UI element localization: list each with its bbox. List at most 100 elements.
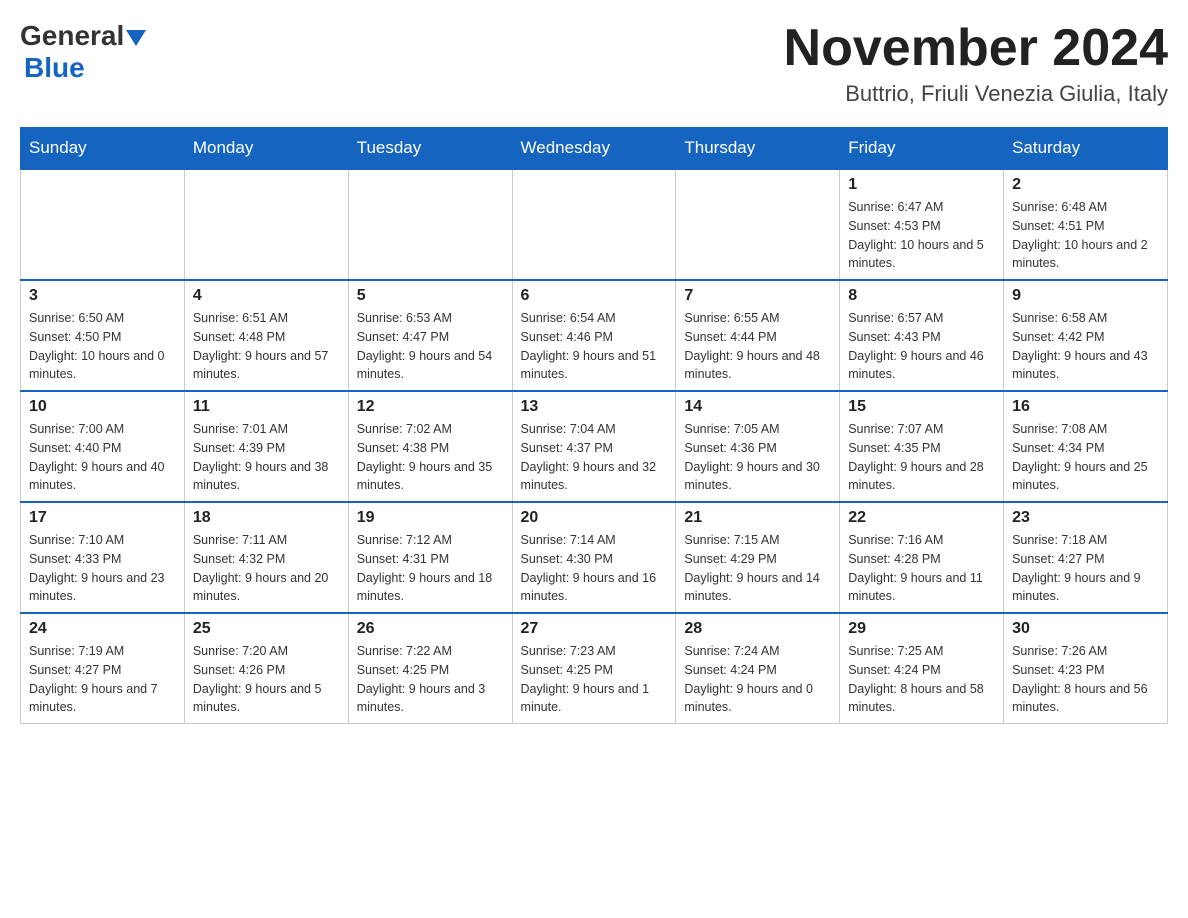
calendar-cell-w4-d3: 20 Sunrise: 7:14 AMSunset: 4:30 PMDayligh… [512, 502, 676, 613]
calendar-cell-w2-d1: 4 Sunrise: 6:51 AMSunset: 4:48 PMDaylight… [184, 280, 348, 391]
calendar-cell-w3-d5: 15 Sunrise: 7:07 AMSunset: 4:35 PMDayligh… [840, 391, 1004, 502]
day-info: Sunrise: 6:58 AMSunset: 4:42 PMDaylight:… [1012, 309, 1159, 384]
day-info: Sunrise: 7:04 AMSunset: 4:37 PMDaylight:… [521, 420, 668, 495]
day-number: 23 [1012, 509, 1159, 527]
day-number: 1 [848, 176, 995, 194]
day-info: Sunrise: 6:53 AMSunset: 4:47 PMDaylight:… [357, 309, 504, 384]
day-info: Sunrise: 7:07 AMSunset: 4:35 PMDaylight:… [848, 420, 995, 495]
calendar-cell-w1-d2 [348, 169, 512, 280]
calendar-cell-w2-d6: 9 Sunrise: 6:58 AMSunset: 4:42 PMDaylight… [1004, 280, 1168, 391]
calendar-cell-w5-d5: 29 Sunrise: 7:25 AMSunset: 4:24 PMDayligh… [840, 613, 1004, 724]
calendar-subtitle: Buttrio, Friuli Venezia Giulia, Italy [784, 81, 1168, 107]
calendar-cell-w3-d0: 10 Sunrise: 7:00 AMSunset: 4:40 PMDayligh… [21, 391, 185, 502]
day-info: Sunrise: 7:26 AMSunset: 4:23 PMDaylight:… [1012, 642, 1159, 717]
day-number: 22 [848, 509, 995, 527]
day-info: Sunrise: 7:15 AMSunset: 4:29 PMDaylight:… [684, 531, 831, 606]
day-info: Sunrise: 7:23 AMSunset: 4:25 PMDaylight:… [521, 642, 668, 717]
calendar-cell-w2-d0: 3 Sunrise: 6:50 AMSunset: 4:50 PMDaylight… [21, 280, 185, 391]
logo-blue-text: Blue [24, 52, 85, 83]
day-info: Sunrise: 6:48 AMSunset: 4:51 PMDaylight:… [1012, 198, 1159, 273]
day-number: 14 [684, 398, 831, 416]
calendar-cell-w5-d2: 26 Sunrise: 7:22 AMSunset: 4:25 PMDayligh… [348, 613, 512, 724]
day-number: 4 [193, 287, 340, 305]
calendar-cell-w2-d2: 5 Sunrise: 6:53 AMSunset: 4:47 PMDaylight… [348, 280, 512, 391]
day-number: 20 [521, 509, 668, 527]
day-info: Sunrise: 7:16 AMSunset: 4:28 PMDaylight:… [848, 531, 995, 606]
day-info: Sunrise: 7:22 AMSunset: 4:25 PMDaylight:… [357, 642, 504, 717]
day-info: Sunrise: 7:18 AMSunset: 4:27 PMDaylight:… [1012, 531, 1159, 606]
day-info: Sunrise: 7:19 AMSunset: 4:27 PMDaylight:… [29, 642, 176, 717]
day-info: Sunrise: 7:02 AMSunset: 4:38 PMDaylight:… [357, 420, 504, 495]
day-info: Sunrise: 7:00 AMSunset: 4:40 PMDaylight:… [29, 420, 176, 495]
calendar-cell-w1-d1 [184, 169, 348, 280]
day-number: 2 [1012, 176, 1159, 194]
calendar-cell-w2-d3: 6 Sunrise: 6:54 AMSunset: 4:46 PMDaylight… [512, 280, 676, 391]
day-number: 29 [848, 620, 995, 638]
calendar-cell-w4-d5: 22 Sunrise: 7:16 AMSunset: 4:28 PMDayligh… [840, 502, 1004, 613]
day-number: 9 [1012, 287, 1159, 305]
calendar-cell-w1-d0 [21, 169, 185, 280]
day-number: 19 [357, 509, 504, 527]
day-number: 13 [521, 398, 668, 416]
day-number: 7 [684, 287, 831, 305]
day-number: 8 [848, 287, 995, 305]
day-info: Sunrise: 6:55 AMSunset: 4:44 PMDaylight:… [684, 309, 831, 384]
day-number: 15 [848, 398, 995, 416]
calendar-cell-w4-d0: 17 Sunrise: 7:10 AMSunset: 4:33 PMDayligh… [21, 502, 185, 613]
day-info: Sunrise: 7:14 AMSunset: 4:30 PMDaylight:… [521, 531, 668, 606]
day-number: 28 [684, 620, 831, 638]
day-number: 26 [357, 620, 504, 638]
day-info: Sunrise: 7:01 AMSunset: 4:39 PMDaylight:… [193, 420, 340, 495]
week-row-5: 24Sunrise: 7:19 AMSunset: 4:27 PMDayligh… [21, 613, 1168, 724]
calendar-cell-w3-d6: 16Sunrise: 7:08 AMSunset: 4:34 PMDayligh… [1004, 391, 1168, 502]
day-info: Sunrise: 7:10 AMSunset: 4:33 PMDaylight:… [29, 531, 176, 606]
day-info: Sunrise: 7:20 AMSunset: 4:26 PMDaylight:… [193, 642, 340, 717]
calendar-cell-w5-d0: 24Sunrise: 7:19 AMSunset: 4:27 PMDayligh… [21, 613, 185, 724]
day-info: Sunrise: 6:57 AMSunset: 4:43 PMDaylight:… [848, 309, 995, 384]
calendar-cell-w5-d6: 30 Sunrise: 7:26 AMSunset: 4:23 PMDayligh… [1004, 613, 1168, 724]
calendar-cell-w5-d1: 25 Sunrise: 7:20 AMSunset: 4:26 PMDayligh… [184, 613, 348, 724]
day-number: 16 [1012, 398, 1159, 416]
day-info: Sunrise: 6:54 AMSunset: 4:46 PMDaylight:… [521, 309, 668, 384]
header-wednesday: Wednesday [512, 128, 676, 170]
calendar-cell-w3-d1: 11 Sunrise: 7:01 AMSunset: 4:39 PMDayligh… [184, 391, 348, 502]
calendar-cell-w1-d5: 1 Sunrise: 6:47 AMSunset: 4:53 PMDaylight… [840, 169, 1004, 280]
day-number: 10 [29, 398, 176, 416]
day-number: 30 [1012, 620, 1159, 638]
calendar-title: November 2024 [784, 20, 1168, 77]
day-number: 18 [193, 509, 340, 527]
day-info: Sunrise: 6:50 AMSunset: 4:50 PMDaylight:… [29, 309, 176, 384]
header-sunday: Sunday [21, 128, 185, 170]
header-tuesday: Tuesday [348, 128, 512, 170]
calendar-header-row: SundayMondayTuesdayWednesdayThursdayFrid… [21, 128, 1168, 170]
day-number: 21 [684, 509, 831, 527]
calendar-cell-w4-d1: 18 Sunrise: 7:11 AMSunset: 4:32 PMDayligh… [184, 502, 348, 613]
day-number: 17 [29, 509, 176, 527]
header-thursday: Thursday [676, 128, 840, 170]
title-section: November 2024 Buttrio, Friuli Venezia Gi… [784, 20, 1168, 107]
week-row-1: 1 Sunrise: 6:47 AMSunset: 4:53 PMDaylight… [21, 169, 1168, 280]
calendar-cell-w3-d4: 14Sunrise: 7:05 AMSunset: 4:36 PMDayligh… [676, 391, 840, 502]
day-info: Sunrise: 6:51 AMSunset: 4:48 PMDaylight:… [193, 309, 340, 384]
day-number: 11 [193, 398, 340, 416]
day-info: Sunrise: 7:25 AMSunset: 4:24 PMDaylight:… [848, 642, 995, 717]
logo-triangle-icon [126, 30, 146, 46]
day-info: Sunrise: 7:12 AMSunset: 4:31 PMDaylight:… [357, 531, 504, 606]
calendar-cell-w1-d6: 2 Sunrise: 6:48 AMSunset: 4:51 PMDaylight… [1004, 169, 1168, 280]
calendar-table: SundayMondayTuesdayWednesdayThursdayFrid… [20, 127, 1168, 724]
header-saturday: Saturday [1004, 128, 1168, 170]
calendar-cell-w4-d6: 23 Sunrise: 7:18 AMSunset: 4:27 PMDayligh… [1004, 502, 1168, 613]
day-number: 25 [193, 620, 340, 638]
page-header: General Blue November 2024 Buttrio, Friu… [20, 20, 1168, 107]
day-info: Sunrise: 7:11 AMSunset: 4:32 PMDaylight:… [193, 531, 340, 606]
day-number: 5 [357, 287, 504, 305]
calendar-cell-w3-d2: 12Sunrise: 7:02 AMSunset: 4:38 PMDayligh… [348, 391, 512, 502]
logo-general-text: General [20, 20, 124, 52]
day-number: 3 [29, 287, 176, 305]
calendar-cell-w3-d3: 13 Sunrise: 7:04 AMSunset: 4:37 PMDayligh… [512, 391, 676, 502]
header-monday: Monday [184, 128, 348, 170]
calendar-cell-w1-d3 [512, 169, 676, 280]
day-number: 6 [521, 287, 668, 305]
day-info: Sunrise: 6:47 AMSunset: 4:53 PMDaylight:… [848, 198, 995, 273]
calendar-cell-w5-d3: 27Sunrise: 7:23 AMSunset: 4:25 PMDayligh… [512, 613, 676, 724]
